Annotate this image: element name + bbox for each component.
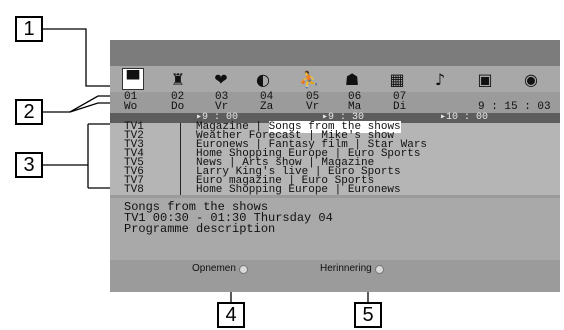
people-icon[interactable]: ☗ [341, 68, 363, 90]
leader-line-2b [69, 102, 110, 113]
leader-line-3-ends [88, 123, 110, 189]
tv-icon[interactable]: ▀ [122, 68, 144, 90]
programme-grid: TV1 Magazine | Songs from the shows TV2 … [110, 121, 560, 196]
record-button-label: Opnemen [192, 263, 236, 274]
radio-icon[interactable]: ◉ [520, 68, 542, 90]
programme-description: Programme description [124, 222, 276, 236]
sports-icon[interactable]: ⛹ [298, 68, 320, 90]
music-icon[interactable]: ♪ [429, 68, 451, 90]
weekday[interactable]: Vr [215, 102, 228, 113]
programme-info-panel: Songs from the shows TV1 00:30 - 01:30 T… [110, 198, 560, 260]
leader-line-1 [43, 28, 110, 87]
robot-icon[interactable]: ♜ [167, 68, 189, 90]
weekday[interactable]: Do [171, 102, 184, 113]
weekday-row: Wo Do Vr Za Vr Ma Di 9 : 15 : 03 [110, 101, 560, 113]
record-button[interactable]: Opnemen [192, 262, 248, 276]
programme-list[interactable]: Home Shopping Europe | Euronews [196, 185, 401, 196]
time-marker: ▸10 : 00 [440, 112, 489, 123]
time-label: 10 : 00 [446, 112, 489, 123]
channel-name: TV8 [124, 184, 144, 196]
weekday[interactable]: Di [393, 102, 406, 113]
record-dot-icon [238, 264, 248, 274]
weekday[interactable]: Ma [348, 102, 361, 113]
reminder-button[interactable]: Herinnering [320, 262, 384, 276]
reminder-button-label: Herinnering [320, 263, 372, 274]
weekday[interactable]: Wo [124, 102, 137, 113]
channel-row[interactable]: TV8 Home Shopping Europe | Euronews [110, 184, 560, 196]
genre-icon-row: ▀ ♜ ❤ ◐ ⛹ ☗ ▦ ♪ ▣ ◉ [110, 66, 560, 92]
top-bar [110, 40, 560, 66]
reminder-dot-icon [374, 264, 384, 274]
weekday[interactable]: Za [260, 102, 273, 113]
film-icon[interactable]: ▦ [386, 68, 408, 90]
heart-icon[interactable]: ❤ [210, 68, 232, 90]
epg-screen: ▀ ♜ ❤ ◐ ⛹ ☗ ▦ ♪ ▣ ◉ 01 02 03 04 05 06 07… [110, 40, 560, 292]
clock: 9 : 15 : 03 [478, 101, 551, 113]
weekday[interactable]: Vr [306, 102, 319, 113]
teletext-icon[interactable]: ▣ [474, 68, 496, 90]
palette-icon[interactable]: ◐ [252, 68, 274, 90]
channel-divider [180, 123, 181, 195]
